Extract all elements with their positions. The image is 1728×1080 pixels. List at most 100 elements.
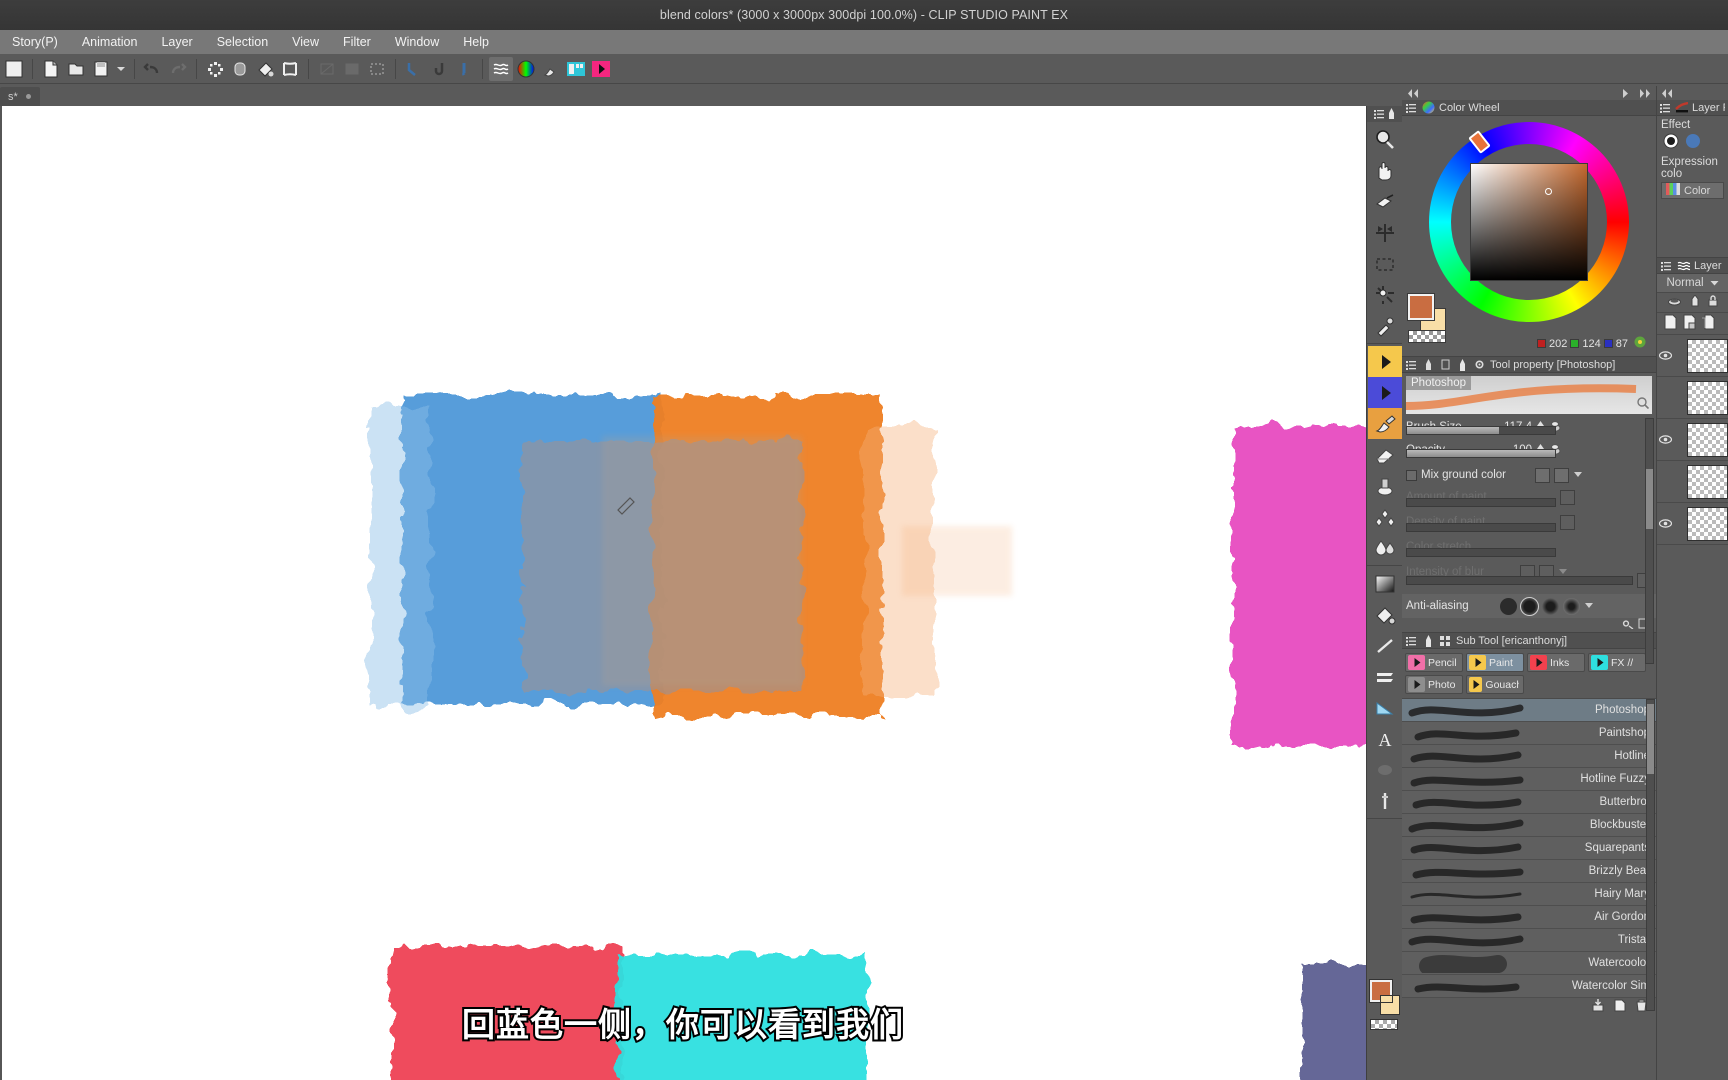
tool-property-header[interactable]: Tool property [Photoshop] [1402, 357, 1656, 373]
anti-aliasing-weak[interactable] [1520, 596, 1539, 616]
anti-aliasing-strong[interactable] [1563, 597, 1580, 615]
new-folder-layer-icon[interactable] [1682, 314, 1697, 333]
collapse-left-icon[interactable] [1406, 88, 1420, 98]
anti-aliasing-medium[interactable] [1542, 597, 1559, 615]
palette-menu-icon[interactable] [1405, 635, 1418, 647]
brush-icon[interactable] [539, 57, 563, 81]
tool-auto-select[interactable] [1368, 279, 1402, 310]
tool-decoration[interactable] [1368, 501, 1402, 532]
layer-visibility-icon[interactable] [1659, 519, 1672, 528]
opacity-slider[interactable] [1406, 449, 1556, 458]
clip-to-layer-icon[interactable] [1667, 296, 1682, 310]
mix-mode-dropdown-icon[interactable] [1573, 468, 1583, 482]
sub-tool-list-icon[interactable] [1439, 635, 1452, 647]
ruler-snap-icon[interactable] [402, 57, 426, 81]
tool-move[interactable] [1368, 155, 1402, 186]
brush-list-item[interactable]: Blockbuster [1402, 814, 1656, 837]
brush-list-item[interactable]: Watercoolor [1402, 952, 1656, 975]
blend-mode-dropdown[interactable]: Normal [1657, 274, 1728, 293]
layer-thumbnail[interactable] [1687, 380, 1728, 415]
subtool-category-gouache[interactable]: Gouache [1466, 675, 1524, 694]
redo-icon[interactable] [166, 57, 190, 81]
layer-palette-header[interactable]: Layer [1657, 258, 1728, 274]
sv-marker[interactable] [1545, 188, 1552, 195]
palette-menu-icon[interactable] [1660, 102, 1671, 114]
layer-row[interactable] [1657, 461, 1728, 503]
canvas-page[interactable] [2, 106, 1366, 1080]
tool-ruler[interactable] [1368, 692, 1402, 723]
anti-aliasing-dropdown-icon[interactable] [1584, 599, 1594, 613]
tool-pencil[interactable] [1367, 377, 1402, 408]
document-tab[interactable]: s* [0, 87, 40, 106]
effect-border-icon[interactable] [1661, 132, 1681, 153]
layer-property-header[interactable]: Layer Pro [1657, 100, 1728, 116]
subtool-category-photo[interactable]: Photo [1405, 675, 1463, 694]
layer-mask-icon[interactable] [1690, 294, 1700, 310]
clear-icon[interactable] [315, 57, 339, 81]
material-icon[interactable] [564, 57, 588, 81]
subtool-category-fx[interactable]: FX // [1588, 653, 1646, 672]
subtool-category-paint[interactable]: Paint [1466, 653, 1524, 672]
fill-selection-icon[interactable] [340, 57, 364, 81]
brush-list[interactable]: Photoshop Paintshop Hotline Hotline Fuzzy Bu… [1402, 698, 1656, 1011]
layer-row[interactable] [1657, 335, 1728, 377]
menu-item-layer[interactable]: Layer [149, 30, 204, 54]
brush-list-item[interactable]: Butterbrot [1402, 791, 1656, 814]
tool-brush[interactable] [1367, 408, 1402, 439]
menu-item-animation[interactable]: Animation [70, 30, 150, 54]
tool-gradient[interactable] [1368, 568, 1402, 599]
import-subtool-icon[interactable] [1591, 999, 1605, 1015]
tool-balloon[interactable] [1368, 754, 1402, 785]
perspective-snap-icon[interactable] [427, 57, 451, 81]
property-row-anti-aliasing[interactable]: Anti-aliasing [1402, 594, 1656, 618]
brush-list-item[interactable]: Tristar [1402, 929, 1656, 952]
layer-visibility-icon[interactable] [1659, 351, 1672, 360]
subtool-detail-icon[interactable] [1439, 359, 1452, 371]
layer-visibility-icon[interactable] [1659, 435, 1672, 444]
menu-item-filter[interactable]: Filter [331, 30, 383, 54]
tool-property-scrollbar[interactable] [1645, 418, 1654, 664]
tool-text[interactable]: A [1368, 723, 1402, 754]
palette-menu-icon[interactable] [1405, 359, 1418, 371]
layer-thumbnail[interactable] [1687, 506, 1728, 541]
sub-tool-detail-icon[interactable] [1622, 618, 1634, 632]
mix-mode-button-2[interactable] [1554, 467, 1569, 483]
tool-pen[interactable] [1367, 346, 1402, 377]
special-ruler-icon[interactable] [452, 57, 476, 81]
save-icon[interactable] [89, 57, 113, 81]
menu-item-help[interactable]: Help [451, 30, 501, 54]
anti-aliasing-none[interactable] [1500, 597, 1517, 615]
mesh-transform-icon[interactable] [278, 57, 302, 81]
brush-list-item[interactable]: Photoshop [1402, 699, 1656, 722]
collapse-right-icon[interactable] [1638, 88, 1652, 98]
tool-correct-line[interactable] [1368, 785, 1402, 816]
layer-row[interactable] [1657, 377, 1728, 419]
brush-list-item[interactable]: Watercolor Sim [1402, 975, 1656, 998]
layer-thumbnail[interactable] [1687, 464, 1728, 499]
duplicate-subtool-icon[interactable] [1613, 999, 1627, 1015]
effect-tone-icon[interactable] [1683, 132, 1703, 153]
brush-list-item[interactable]: Squarepants [1402, 837, 1656, 860]
expand-left-icon[interactable] [1660, 88, 1674, 98]
brush-size-slider[interactable] [1406, 426, 1556, 435]
new-raster-layer-icon[interactable] [1663, 314, 1678, 333]
menu-item-view[interactable]: View [280, 30, 331, 54]
layer-row[interactable] [1657, 419, 1728, 461]
lock-layer-icon[interactable] [1708, 295, 1718, 310]
layer-thumbnail[interactable] [1687, 338, 1728, 373]
sub-color-chip[interactable] [1380, 995, 1400, 1015]
brush-size-slider-wrap[interactable] [1402, 426, 1656, 435]
brush-list-item[interactable]: Air Gordon [1402, 906, 1656, 929]
duplicate-layer-icon[interactable] [1701, 314, 1716, 333]
tool-operation[interactable] [1368, 186, 1402, 217]
color-wheel-body[interactable]: 202 124 87 [1402, 116, 1656, 356]
transform-icon[interactable] [228, 57, 252, 81]
brush-list-item[interactable]: Paintshop [1402, 722, 1656, 745]
tool-figure[interactable] [1368, 630, 1402, 661]
hue-marker[interactable] [1468, 130, 1491, 154]
chevron-down-icon[interactable] [114, 57, 128, 81]
palette-menu-icon[interactable] [1405, 102, 1418, 114]
color-wheel-header[interactable]: Color Wheel [1402, 100, 1656, 116]
property-row-mix-ground-color[interactable]: Mix ground color [1402, 464, 1656, 486]
transparent-color-chip[interactable] [1370, 1019, 1398, 1030]
